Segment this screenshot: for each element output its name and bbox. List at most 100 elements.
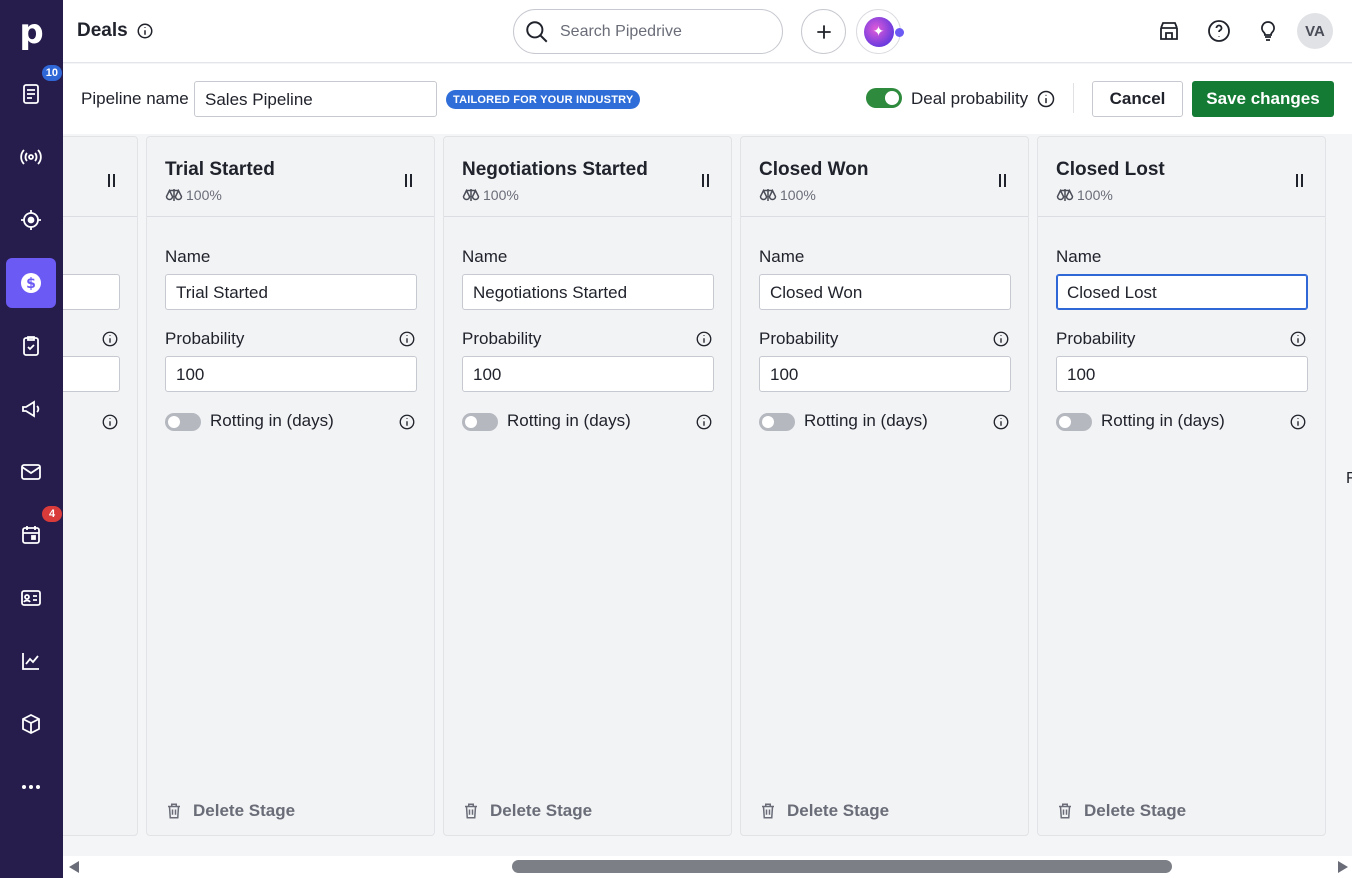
sidebar-item-goals[interactable]	[6, 195, 56, 245]
rotting-label: Rotting in (days)	[1101, 411, 1225, 430]
marketplace-button[interactable]	[1155, 17, 1183, 45]
stage-title: Closed Won	[759, 159, 869, 180]
lightbulb-icon	[1261, 21, 1275, 41]
sidebar-item-activities[interactable]	[6, 321, 56, 371]
sidebar-item-insights[interactable]	[6, 636, 56, 686]
pipeline-name-label: Pipeline name	[81, 89, 189, 108]
scrollbar-thumb[interactable]	[512, 860, 1172, 873]
save-changes-button[interactable]: Save changes	[1192, 81, 1334, 117]
avatar[interactable]: VA	[1297, 13, 1333, 49]
search-icon	[526, 20, 548, 42]
tips-button[interactable]	[1254, 17, 1282, 45]
stage-probability: 100%	[759, 187, 816, 203]
search-input[interactable]: Search Pipedrive	[513, 9, 783, 54]
quick-add-button[interactable]	[801, 9, 846, 54]
sidebar-item-deals[interactable]: $	[6, 258, 56, 308]
scroll-right-arrow-icon[interactable]	[1338, 861, 1348, 873]
sidebar-item-leads[interactable]: 10	[6, 65, 62, 119]
calendar-badge: 4	[42, 506, 62, 522]
stage-column-closed-lost: Closed Lost 100% Name Closed Lost Probab…	[1037, 136, 1326, 836]
stage-probability-value: 100%	[1077, 187, 1113, 203]
sidebar-item-mail[interactable]	[6, 447, 56, 497]
rotting-toggle[interactable]	[759, 413, 795, 431]
broadcast-icon	[20, 149, 42, 165]
info-icon[interactable]	[136, 22, 154, 40]
trash-icon	[1059, 803, 1071, 819]
sidebar-item-campaigns[interactable]	[6, 132, 56, 182]
rotting-toggle[interactable]	[462, 413, 498, 431]
info-icon[interactable]	[101, 330, 119, 348]
stage-probability: 100%	[462, 187, 519, 203]
delete-stage-label: Delete Stage	[1084, 801, 1187, 820]
drag-handle-icon[interactable]	[702, 174, 709, 187]
pipeline-board: Trial Started 100% Name Trial Started Pr…	[63, 134, 1352, 856]
delete-stage-button[interactable]: Delete Stage	[759, 801, 889, 821]
more-dots-icon	[22, 785, 40, 789]
stage-probability-input[interactable]: 100	[462, 356, 714, 392]
rotting-label: Rotting in (days)	[804, 411, 928, 430]
svg-text:$: $	[26, 276, 36, 292]
stage-name-input[interactable]: Negotiations Started	[462, 274, 714, 310]
stage-probability-input[interactable]: 100	[759, 356, 1011, 392]
products-box-icon	[22, 713, 40, 735]
calendar-icon	[22, 526, 40, 544]
horizontal-scrollbar[interactable]	[63, 856, 1352, 878]
delete-stage-button[interactable]: Delete Stage	[1056, 801, 1186, 821]
rotting-toggle[interactable]	[165, 413, 201, 431]
info-icon[interactable]	[398, 330, 416, 348]
scale-icon	[759, 188, 777, 201]
stage-name-input[interactable]	[63, 274, 120, 310]
scale-icon	[462, 188, 480, 201]
top-bar: Deals Search Pipedrive ✦ VA	[63, 0, 1352, 63]
stage-column-trial-started: Trial Started 100% Name Trial Started Pr…	[146, 136, 435, 836]
stage-probability-input[interactable]	[63, 356, 120, 392]
info-icon[interactable]	[1289, 413, 1307, 431]
scroll-left-arrow-icon[interactable]	[69, 861, 79, 873]
stage-header: Negotiations Started 100%	[444, 137, 731, 217]
stage-probability-input[interactable]: 100	[165, 356, 417, 392]
stage-probability: 100%	[165, 187, 222, 203]
pipedrive-logo[interactable]: p	[0, 0, 63, 63]
probability-label: Probability	[165, 329, 245, 348]
ai-assistant-button[interactable]: ✦	[856, 9, 904, 54]
deal-probability-toggle[interactable]	[866, 88, 902, 108]
name-label: Name	[759, 247, 805, 266]
megaphone-icon	[22, 400, 40, 418]
sidebar-item-contacts[interactable]	[6, 573, 56, 623]
page-title: Deals	[77, 20, 128, 41]
stage-probability-input[interactable]: 100	[1056, 356, 1308, 392]
drag-handle-icon[interactable]	[108, 174, 115, 187]
stage-column-partial	[63, 136, 138, 836]
drag-handle-icon[interactable]	[405, 174, 412, 187]
stage-name-input[interactable]: Closed Won	[759, 274, 1011, 310]
info-icon[interactable]	[695, 413, 713, 431]
pipeline-name-input[interactable]: Sales Pipeline	[194, 81, 437, 117]
info-icon[interactable]	[398, 413, 416, 431]
delete-stage-button[interactable]: Delete Stage	[462, 801, 592, 821]
probability-label: Probability	[462, 329, 542, 348]
sidebar-item-more[interactable]	[6, 762, 56, 812]
sidebar-item-campaigns-marketing[interactable]	[6, 384, 56, 434]
delete-stage-label: Delete Stage	[787, 801, 890, 820]
info-icon[interactable]	[992, 330, 1010, 348]
stage-name-input[interactable]: Trial Started	[165, 274, 417, 310]
delete-stage-button[interactable]: Delete Stage	[165, 801, 295, 821]
rotting-label: Rotting in (days)	[210, 411, 334, 430]
logo-letter: p	[19, 11, 44, 52]
rotting-toggle[interactable]	[1056, 413, 1092, 431]
name-label: Name	[165, 247, 211, 266]
cancel-button[interactable]: Cancel	[1092, 81, 1183, 117]
info-icon[interactable]	[695, 330, 713, 348]
info-icon[interactable]	[101, 413, 119, 431]
drag-handle-icon[interactable]	[1296, 174, 1303, 187]
info-icon[interactable]	[1036, 89, 1056, 109]
help-button[interactable]	[1205, 17, 1233, 45]
info-icon[interactable]	[1289, 330, 1307, 348]
stage-header: Closed Won 100%	[741, 137, 1028, 217]
drag-handle-icon[interactable]	[999, 174, 1006, 187]
stage-name-input[interactable]: Closed Lost	[1056, 274, 1308, 310]
sidebar-item-calendar[interactable]: 4	[6, 506, 62, 560]
sidebar-item-products[interactable]	[6, 699, 56, 749]
stage-title: Closed Lost	[1056, 159, 1165, 180]
info-icon[interactable]	[992, 413, 1010, 431]
